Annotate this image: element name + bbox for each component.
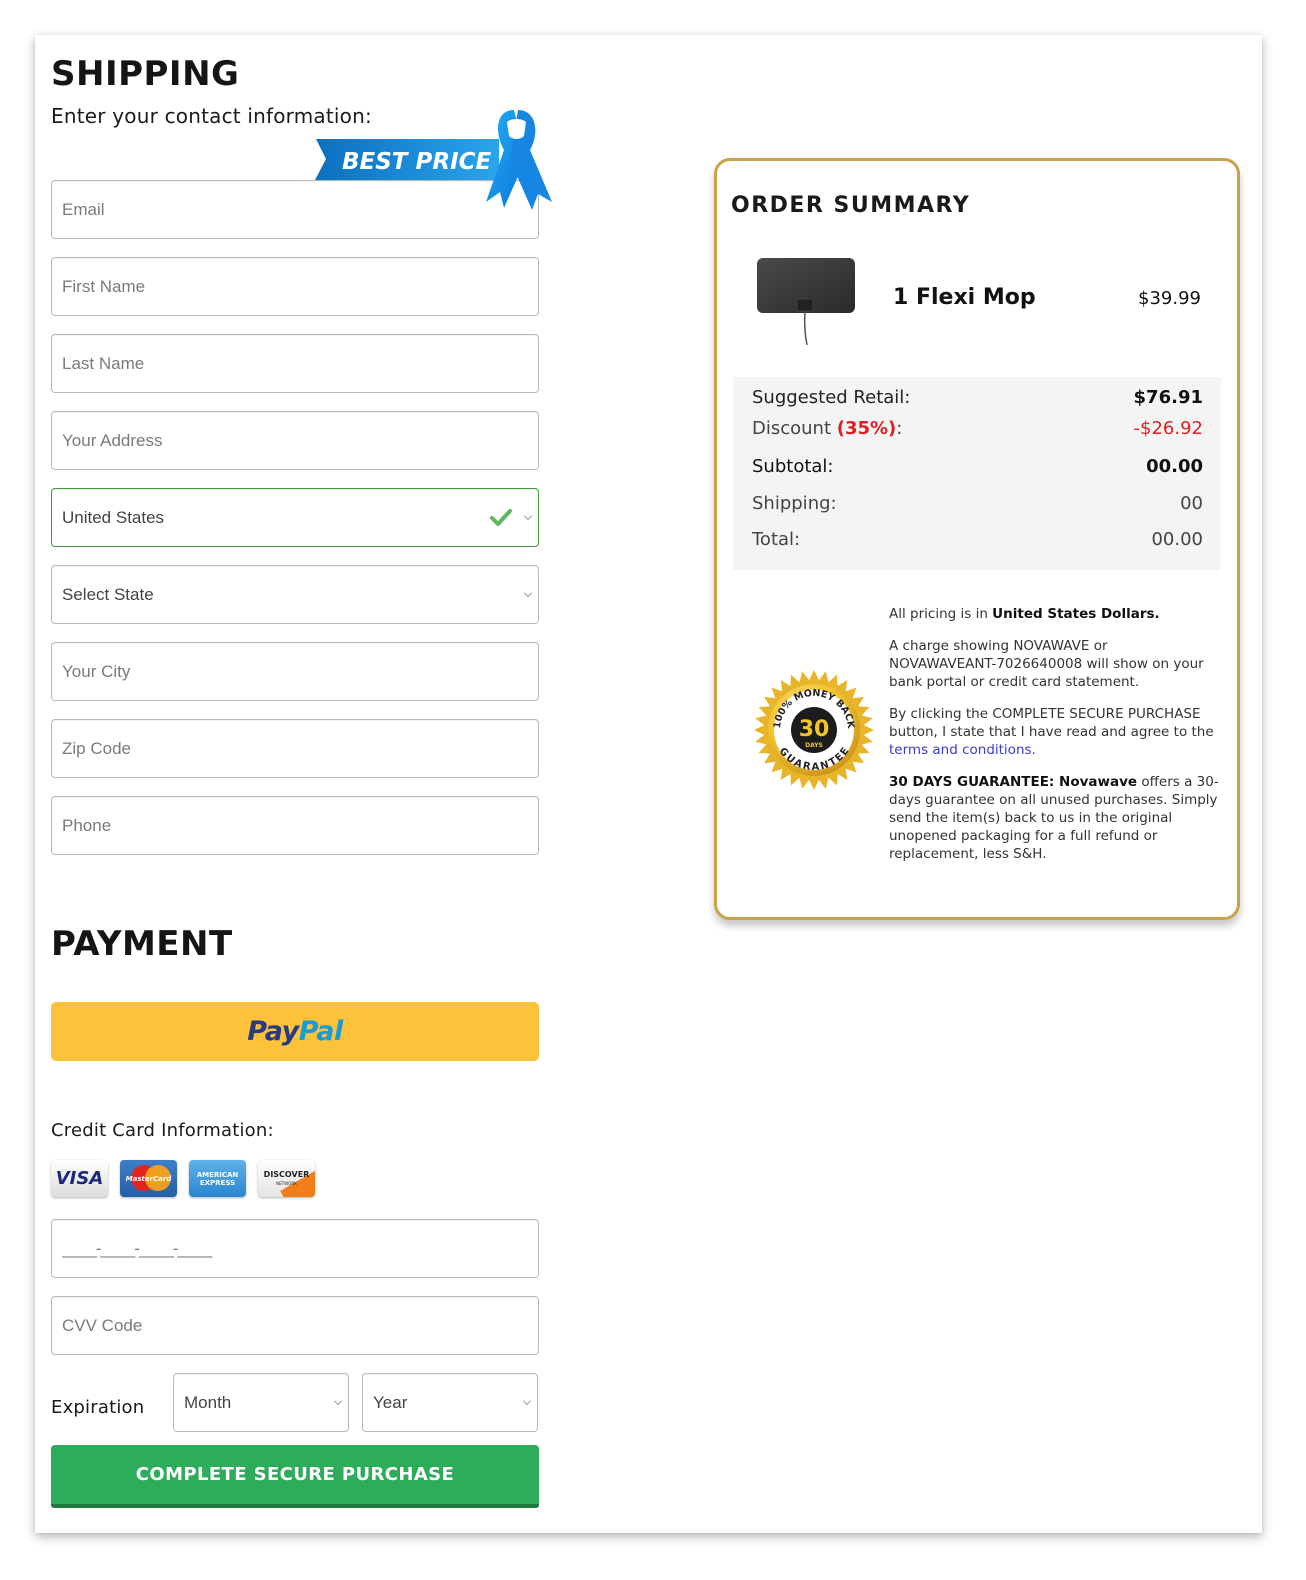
paypal-button[interactable]: Pay Pal (51, 1002, 539, 1061)
last-name-field[interactable] (51, 334, 539, 393)
guarantee-note: 30 DAYS GUARANTEE: Novawave offers a 30-… (889, 773, 1219, 863)
payment-heading: PAYMENT (51, 924, 233, 964)
subtotal-label: Subtotal: (752, 456, 834, 477)
address-field[interactable] (51, 411, 539, 470)
total-value: 00.00 (1151, 529, 1203, 550)
suggested-retail-row: Suggested Retail: $76.91 (752, 387, 1203, 408)
card-number-field[interactable] (51, 1219, 539, 1278)
discount-value: -$26.92 (1133, 418, 1203, 439)
terms-and-conditions-link[interactable]: terms and conditions. (889, 742, 1036, 758)
order-summary-panel: ORDER SUMMARY 1 Flexi Mop $39.99 Suggest… (714, 158, 1240, 920)
product-image (757, 258, 855, 346)
agreement-note: By clicking the COMPLETE SECURE PURCHASE… (889, 705, 1219, 759)
currency-prefix: All pricing is in (889, 606, 993, 622)
card-logos: VISA MasterCard AMERICAN EXPRESS DISCOVE… (51, 1160, 315, 1197)
visa-icon: VISA (51, 1160, 108, 1197)
order-summary-title: ORDER SUMMARY (731, 193, 971, 218)
cvv-field[interactable] (51, 1296, 539, 1355)
total-label: Total: (752, 529, 801, 550)
discover-sub: NETWORK (276, 1180, 297, 1186)
subtotal-value: 00.00 (1146, 456, 1203, 477)
discount-label: Discount (35%): (752, 418, 902, 439)
phone-input[interactable] (52, 797, 538, 854)
shipping-heading: SHIPPING (51, 54, 240, 94)
totals-box: Suggested Retail: $76.91 Discount (35%):… (733, 377, 1221, 570)
best-price-label: BEST PRICE (342, 149, 492, 175)
product-name: 1 Flexi Mop (893, 285, 1036, 310)
charge-note: A charge showing NOVAWAVE or NOVAWAVEANT… (889, 638, 1204, 690)
discount-colon: : (896, 418, 903, 439)
phone-field[interactable] (51, 796, 539, 855)
retail-value: $76.91 (1133, 387, 1203, 408)
state-select-value[interactable]: Select State (52, 566, 538, 623)
seal-days: DAYS (805, 742, 823, 749)
order-notes: All pricing is in United States Dollars.… (889, 605, 1219, 877)
valid-check-icon (490, 509, 512, 526)
zip-input[interactable] (52, 720, 538, 777)
zip-field[interactable] (51, 719, 539, 778)
shipping-row: Shipping: 00 (752, 493, 1203, 514)
cvv-input[interactable] (52, 1297, 538, 1354)
best-price-ribbon-badge: BEST PRICE (315, 110, 552, 210)
expiration-label: Expiration (51, 1397, 145, 1418)
country-select-value[interactable]: United States (52, 489, 538, 546)
currency-bold: United States Dollars. (992, 606, 1160, 622)
mastercard-label: MasterCard (125, 1174, 172, 1183)
city-input[interactable] (52, 643, 538, 700)
city-field[interactable] (51, 642, 539, 701)
retail-label: Suggested Retail: (752, 387, 911, 408)
seal-number: 30 (799, 717, 830, 742)
paypal-logo-pal: Pal (298, 1016, 344, 1047)
ribbon-hole (507, 119, 526, 139)
address-input[interactable] (52, 412, 538, 469)
country-select[interactable]: United States (51, 488, 539, 547)
shipping-value: 00 (1180, 493, 1203, 514)
total-row: Total: 00.00 (752, 529, 1203, 550)
complete-purchase-button[interactable]: COMPLETE SECURE PURCHASE (51, 1445, 539, 1508)
shipping-label: Shipping: (752, 493, 837, 514)
product-price: $39.99 (1138, 288, 1201, 309)
discount-percent: (35%) (836, 418, 897, 439)
credit-card-info-label: Credit Card Information: (51, 1120, 274, 1141)
paypal-logo-pay: Pay (247, 1016, 299, 1047)
discount-row: Discount (35%): -$26.92 (752, 418, 1203, 439)
currency-note: All pricing is in United States Dollars. (889, 605, 1219, 623)
discover-icon: DISCOVER NETWORK (258, 1160, 315, 1197)
mastercard-icon: MasterCard (120, 1160, 177, 1197)
visa-label: VISA (55, 1168, 104, 1189)
year-select-value[interactable]: Year (363, 1374, 537, 1431)
guarantee-bold: 30 DAYS GUARANTEE: Novawave (889, 774, 1138, 790)
discover-label: DISCOVER NETWORK (264, 1170, 310, 1188)
expiration-year-select[interactable]: Year (362, 1373, 538, 1432)
subtotal-row: Subtotal: 00.00 (752, 456, 1203, 477)
last-name-input[interactable] (52, 335, 538, 392)
amex-icon: AMERICAN EXPRESS (189, 1160, 246, 1197)
amex-label: AMERICAN EXPRESS (196, 1170, 239, 1187)
discover-title: DISCOVER (263, 1169, 310, 1179)
agreement-text: By clicking the COMPLETE SECURE PURCHASE… (889, 706, 1214, 740)
month-select-value[interactable]: Month (174, 1374, 348, 1431)
card-number-input[interactable] (52, 1220, 538, 1277)
state-select[interactable]: Select State (51, 565, 539, 624)
discount-label-text: Discount (752, 418, 837, 439)
first-name-input[interactable] (52, 258, 538, 315)
money-back-guarantee-seal-icon: 30 DAYS 100% MONEY BACK GUARANTEE (754, 670, 874, 790)
first-name-field[interactable] (51, 257, 539, 316)
expiration-month-select[interactable]: Month (173, 1373, 349, 1432)
